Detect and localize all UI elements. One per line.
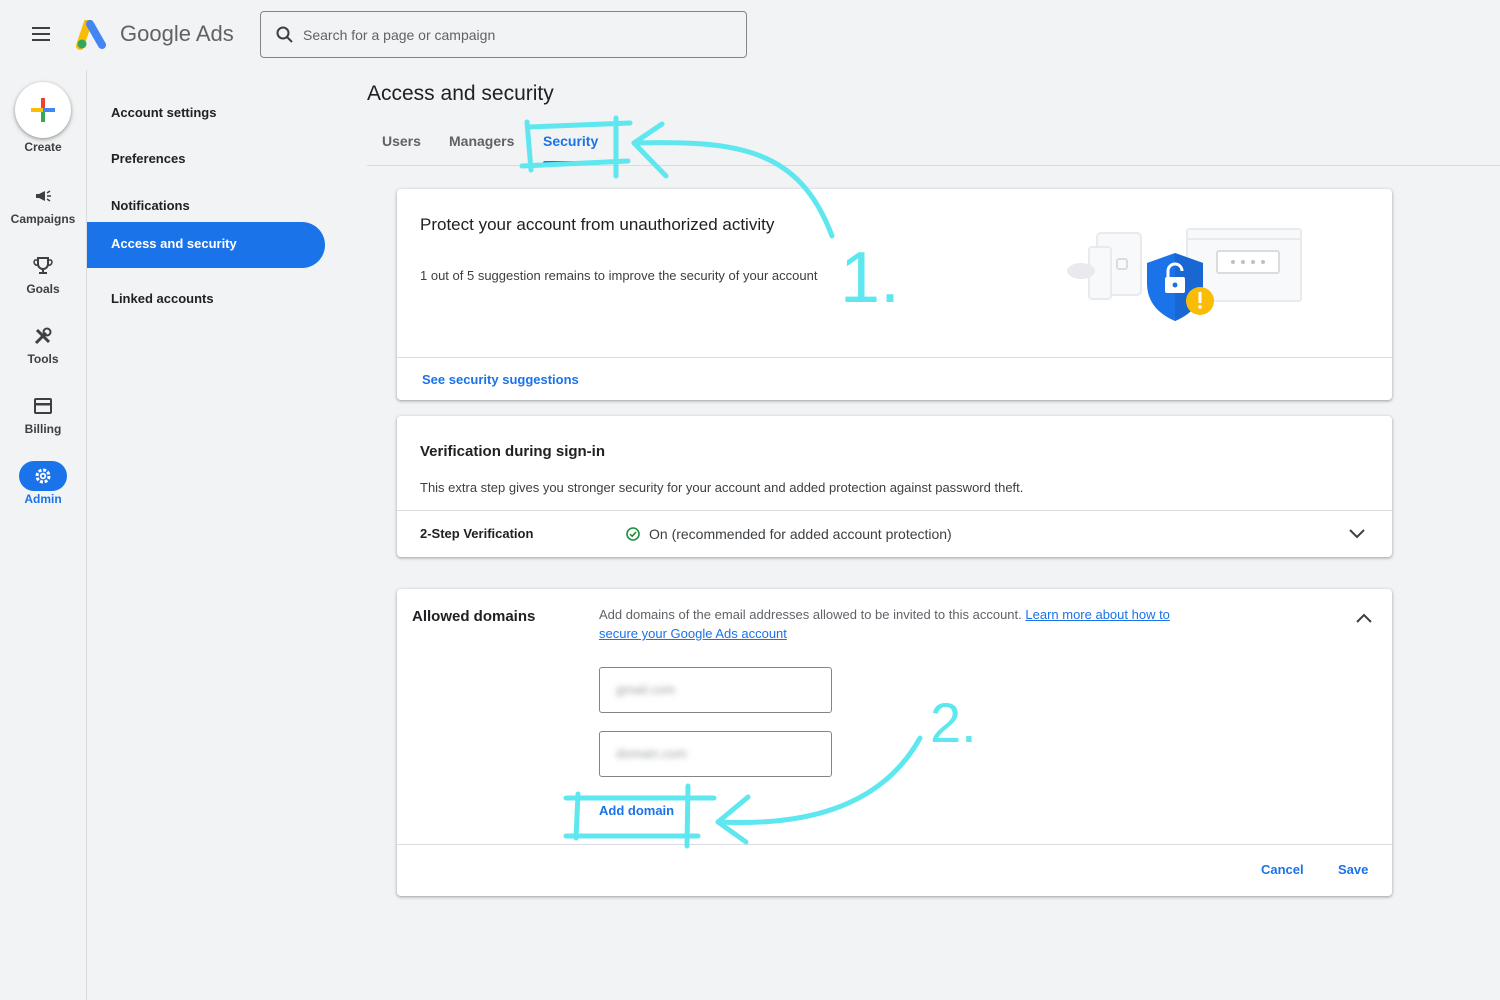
rail-item-billing[interactable]: Billing	[0, 396, 86, 456]
learn-more-link[interactable]: Learn more about how to	[1025, 607, 1170, 622]
check-circle-icon	[626, 527, 640, 541]
tools-icon	[34, 327, 52, 345]
domain-field-2-value: domain.com	[616, 746, 687, 761]
domain-field-1[interactable]: gmail.com	[599, 667, 832, 713]
credit-card-icon	[34, 398, 52, 414]
admin-subnav: Account settings Preferences Notificatio…	[86, 70, 336, 1000]
protect-account-card: Protect your account from unauthorized a…	[397, 189, 1392, 400]
subnav-item-account-settings[interactable]: Account settings	[87, 91, 325, 137]
google-ads-logo	[76, 20, 106, 50]
protect-card-body: 1 out of 5 suggestion remains to improve…	[420, 268, 818, 283]
rail-item-goals[interactable]: Goals	[0, 256, 86, 316]
security-shield-illustration	[1067, 228, 1302, 321]
card-divider	[397, 357, 1392, 358]
gear-icon	[35, 468, 51, 484]
card-divider	[397, 844, 1392, 845]
subnav-item-access-and-security[interactable]: Access and security	[87, 222, 325, 268]
tab-bar: Users Managers Security	[367, 120, 1500, 166]
two-step-status: On (recommended for added account protec…	[649, 526, 952, 542]
rail-label-goals: Goals	[26, 282, 60, 296]
allowed-domains-description: Add domains of the email addresses allow…	[599, 605, 1239, 643]
megaphone-icon	[36, 190, 51, 202]
card-divider	[397, 510, 1392, 511]
rail-label-billing: Billing	[24, 422, 62, 436]
chevron-down-icon[interactable]	[1347, 526, 1367, 542]
domain-field-2[interactable]: domain.com	[599, 731, 832, 777]
plus-icon	[31, 98, 55, 122]
protect-card-heading: Protect your account from unauthorized a…	[420, 215, 775, 234]
active-tab-indicator	[543, 161, 599, 164]
rail-item-tools[interactable]: Tools	[0, 326, 86, 386]
trophy-icon	[33, 257, 53, 274]
verification-card: Verification during sign-in This extra s…	[397, 416, 1392, 557]
tab-security[interactable]: Security	[543, 133, 598, 149]
tab-managers[interactable]: Managers	[449, 133, 514, 149]
search-placeholder: Search for a page or campaign	[303, 27, 496, 43]
rail-item-campaigns[interactable]: Campaigns	[0, 186, 86, 246]
add-domain-button[interactable]: Add domain	[599, 803, 674, 818]
subnav-item-linked-accounts[interactable]: Linked accounts	[87, 277, 325, 323]
rail-label-admin: Admin	[24, 492, 62, 506]
rail-label-tools: Tools	[27, 352, 59, 366]
rail-label-campaigns: Campaigns	[10, 212, 76, 226]
see-security-suggestions-link[interactable]: See security suggestions	[422, 372, 579, 387]
cancel-button[interactable]: Cancel	[1261, 862, 1304, 877]
left-rail: Create Campaigns Goals Tools Billing Adm…	[0, 70, 86, 1000]
allowed-domains-card: Allowed domains Add domains of the email…	[397, 589, 1392, 896]
top-bar: Google Ads Search for a page or campaign	[0, 0, 1500, 70]
save-button[interactable]: Save	[1338, 862, 1368, 877]
chevron-up-icon[interactable]	[1354, 610, 1374, 626]
subnav-item-preferences[interactable]: Preferences	[87, 137, 325, 183]
domain-field-1-value: gmail.com	[616, 682, 676, 697]
brand-name: Google Ads	[120, 21, 234, 46]
search-input[interactable]: Search for a page or campaign	[260, 11, 747, 58]
allowed-domains-heading: Allowed domains	[412, 608, 536, 625]
verification-card-body: This extra step gives you stronger secur…	[420, 480, 1024, 495]
rail-item-admin[interactable]: Admin	[0, 461, 86, 526]
verification-card-heading: Verification during sign-in	[420, 443, 606, 460]
tab-users[interactable]: Users	[382, 133, 421, 149]
page-title: Access and security	[367, 82, 554, 105]
create-label: Create	[24, 140, 62, 154]
search-icon	[276, 26, 293, 43]
hamburger-menu-icon[interactable]	[30, 24, 56, 46]
learn-more-link-continued[interactable]: secure your Google Ads account	[599, 626, 787, 641]
two-step-verification-label: 2-Step Verification	[420, 526, 534, 541]
allowed-domains-description-text: Add domains of the email addresses allow…	[599, 607, 1022, 622]
create-button[interactable]	[15, 82, 71, 138]
